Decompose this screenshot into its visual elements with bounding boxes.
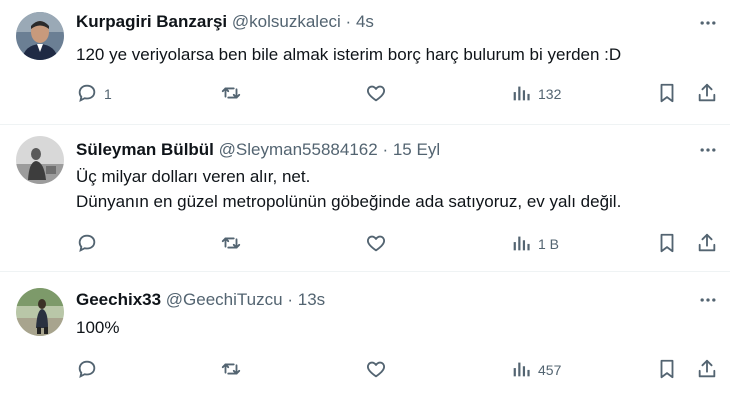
retweet-button[interactable] [220, 82, 242, 106]
reply-button[interactable] [76, 232, 104, 256]
reply-icon [76, 358, 98, 383]
share-button[interactable] [696, 358, 718, 382]
like-button[interactable] [365, 232, 387, 256]
tweet-text-line: Üç milyar dolları veren alır, net. [76, 167, 311, 186]
avatar[interactable] [16, 136, 64, 184]
heart-icon [365, 82, 387, 107]
tweet-text: 100% [76, 317, 119, 339]
share-icon [696, 232, 718, 257]
bookmark-icon [656, 232, 678, 257]
user-name[interactable]: Süleyman Bülbül [76, 140, 214, 159]
bookmark-icon [656, 82, 678, 107]
retweet-icon [220, 82, 242, 107]
more-icon[interactable] [696, 289, 720, 311]
separator: · [345, 12, 352, 31]
tweet-text-line: 100% [76, 318, 120, 337]
tweet-header: Kurpagiri Banzarşi @kolsuzkaleci · 4s [76, 11, 374, 33]
views-count: 1 B [538, 236, 560, 252]
retweet-icon [220, 232, 242, 257]
tweet-text-line: 120 ye veriyolarsa ben bile almak isteri… [76, 45, 622, 64]
reply-icon [76, 232, 98, 257]
share-button[interactable] [696, 232, 718, 256]
tweet-text: 120 ye veriyolarsa ben bile almak isteri… [76, 44, 621, 66]
tweet[interactable]: Geechix33 @GeechiTuzcu · 13s 100% 457 [0, 272, 730, 420]
avatar[interactable] [16, 288, 64, 336]
bookmark-icon [656, 358, 678, 383]
views-icon [510, 232, 532, 257]
tweet-text-line: Dünyanın en güzel metropolünün göbeğinde… [76, 192, 622, 211]
tweet-header: Geechix33 @GeechiTuzcu · 13s [76, 289, 325, 311]
separator: · [382, 140, 389, 159]
reply-button[interactable]: 1 [76, 82, 112, 106]
tweet-actions: 457 [76, 358, 720, 382]
tweet-actions: 1 132 [76, 82, 720, 106]
views-count: 457 [538, 362, 562, 378]
views-icon [510, 82, 532, 107]
views-icon [510, 358, 532, 383]
bookmark-button[interactable] [656, 232, 678, 256]
views-button[interactable]: 132 [510, 82, 561, 106]
user-name[interactable]: Geechix33 [76, 290, 161, 309]
user-name[interactable]: Kurpagiri Banzarşi [76, 12, 227, 31]
share-icon [696, 82, 718, 107]
tweet-text: Üç milyar dolları veren alır, net. Dünya… [76, 166, 621, 213]
user-handle[interactable]: @Sleyman55884162 [219, 140, 378, 159]
timestamp[interactable]: 15 Eyl [393, 140, 440, 159]
user-handle[interactable]: @kolsuzkaleci [232, 12, 341, 31]
tweet[interactable]: Süleyman Bülbül @Sleyman55884162 · 15 Ey… [0, 125, 730, 271]
retweet-button[interactable] [220, 358, 242, 382]
separator: · [287, 290, 293, 309]
views-button[interactable]: 457 [510, 358, 561, 382]
reply-icon [76, 82, 98, 107]
bookmark-button[interactable] [656, 82, 678, 106]
views-button[interactable]: 1 B [510, 232, 559, 256]
reply-count: 1 [104, 86, 112, 102]
tweet-actions: 1 B [76, 232, 720, 256]
reply-button[interactable] [76, 358, 104, 382]
timestamp[interactable]: 4s [356, 12, 374, 31]
user-handle[interactable]: @GeechiTuzcu [166, 290, 283, 309]
tweet[interactable]: Kurpagiri Banzarşi @kolsuzkaleci · 4s 12… [0, 0, 730, 124]
heart-icon [365, 358, 387, 383]
retweet-icon [220, 358, 242, 383]
timestamp[interactable]: 13s [298, 290, 325, 309]
retweet-button[interactable] [220, 232, 242, 256]
avatar[interactable] [16, 12, 64, 60]
tweet-header: Süleyman Bülbül @Sleyman55884162 · 15 Ey… [76, 139, 440, 161]
more-icon[interactable] [696, 12, 720, 34]
like-button[interactable] [365, 358, 387, 382]
like-button[interactable] [365, 82, 387, 106]
share-button[interactable] [696, 82, 718, 106]
share-icon [696, 358, 718, 383]
more-icon[interactable] [696, 139, 720, 161]
bookmark-button[interactable] [656, 358, 678, 382]
views-count: 132 [538, 86, 562, 102]
heart-icon [365, 232, 387, 257]
